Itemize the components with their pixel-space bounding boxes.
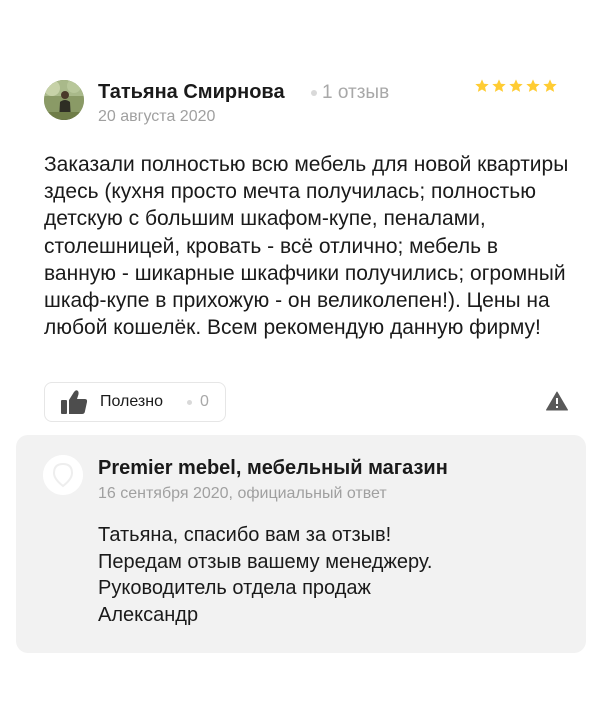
helpful-label: Полезно [100,393,163,410]
avatar-photo [44,80,84,120]
warning-icon[interactable] [546,391,568,411]
company-name[interactable]: Premier mebel, мебельный магазин [98,457,448,480]
reply-line: Татьяна, спасибо вам за отзыв! [98,524,392,546]
reply-line: Александр [98,603,199,626]
separator-dot [187,400,192,405]
company-logo[interactable] [43,455,83,495]
company-reply: Premier mebel, мебельный магазин 16 сент… [16,435,586,653]
star-icon [509,79,523,92]
star-icon [526,79,540,92]
star-icon [543,79,557,92]
star-icon [475,79,489,92]
avatar[interactable] [44,80,84,120]
author-name[interactable]: Татьяна Смирнова [98,81,285,104]
reply-line: Руководитель отдела продаж [98,577,371,599]
company-logo-icon [43,455,83,495]
reply-line: Передам отзыв вашему менеджеру. [98,550,433,573]
helpful-count: 0 [200,393,209,410]
review-text: Заказали полностью всю мебель для новой … [44,153,569,340]
reply-text: Татьяна, спасибо вам за отзыв! Передам о… [98,522,568,628]
star-icon [492,79,506,92]
helpful-button[interactable]: Полезно 0 [44,382,226,422]
separator-dot [311,90,317,96]
reply-meta: 16 сентября 2020, официальный ответ [98,485,387,502]
review-date: 20 августа 2020 [98,108,216,125]
author-review-count[interactable]: 1 отзыв [322,82,389,104]
thumbs-up-icon [61,390,88,414]
rating-stars [474,78,558,94]
review-card: Татьяна Смирнова 1 отзыв 20 августа 2020… [0,0,600,720]
